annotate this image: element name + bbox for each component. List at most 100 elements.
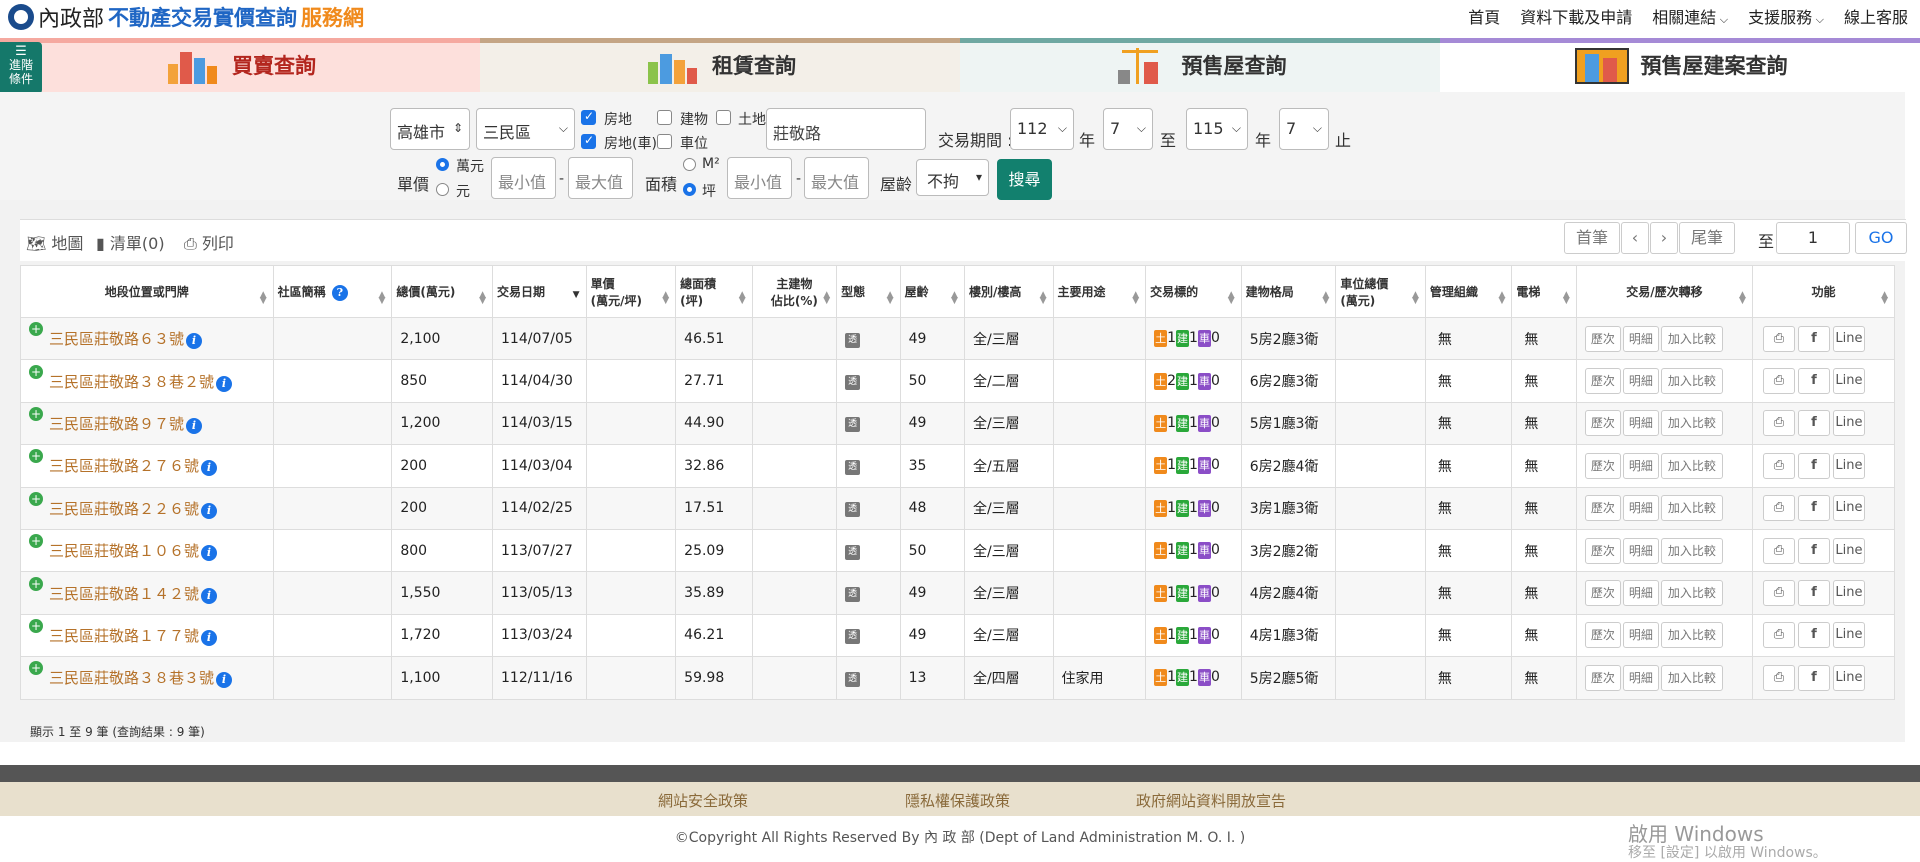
checkbox-land-building[interactable]	[581, 109, 596, 125]
col-unit-price[interactable]: 單價 (萬元/坪) ▲ ▼	[585, 265, 677, 318]
line-share-button[interactable]: Line	[1832, 368, 1865, 395]
checkbox-land-building-car[interactable]	[581, 133, 596, 149]
checkbox-land[interactable]	[716, 110, 731, 125]
line-share-button[interactable]: Line	[1832, 495, 1865, 522]
page-input[interactable]: 1	[1776, 222, 1850, 254]
nav-download[interactable]: 資料下載及申請	[1520, 4, 1632, 28]
radio-unit-yuan[interactable]	[436, 183, 449, 196]
col-actions[interactable]: 功能 ▲ ▼	[1751, 265, 1896, 318]
address-link[interactable]: 三民區莊敬路２２６號	[49, 500, 199, 518]
info-icon[interactable]: i	[201, 460, 218, 477]
compare-button[interactable]: 加入比較	[1660, 452, 1723, 479]
facebook-share-button[interactable]: f	[1797, 495, 1830, 522]
col-layout[interactable]: 建物格局 ▲ ▼	[1240, 265, 1337, 318]
help-icon[interactable]: ?	[331, 284, 348, 301]
col-date[interactable]: 交易日期 ▼	[492, 265, 587, 318]
line-share-button[interactable]: Line	[1832, 325, 1865, 352]
detail-button[interactable]: 明細	[1622, 580, 1659, 607]
list-button[interactable]: ▮ 清單(0)	[96, 230, 165, 254]
expand-plus-icon[interactable]: +	[29, 322, 43, 337]
expand-plus-icon[interactable]: +	[29, 661, 43, 676]
radio-unit-m2[interactable]	[683, 158, 696, 171]
detail-button[interactable]: 明細	[1622, 410, 1659, 437]
detail-button[interactable]: 明細	[1622, 622, 1659, 649]
col-address[interactable]: 地段位置或門牌 ▲ ▼	[20, 265, 274, 318]
compare-button[interactable]: 加入比較	[1660, 622, 1723, 649]
print-row-button[interactable]: ⎙	[1762, 537, 1795, 564]
print-row-button[interactable]: ⎙	[1762, 495, 1795, 522]
col-elevator[interactable]: 電梯 ▲ ▼	[1511, 265, 1577, 318]
col-area[interactable]: 總面積 (坪) ▲ ▼	[675, 265, 753, 318]
history-button[interactable]: 歷次	[1584, 622, 1621, 649]
compare-button[interactable]: 加入比較	[1660, 368, 1723, 395]
line-share-button[interactable]: Line	[1832, 622, 1865, 649]
compare-button[interactable]: 加入比較	[1660, 580, 1723, 607]
detail-button[interactable]: 明細	[1622, 537, 1659, 564]
district-select[interactable]: 三民區 ⌵	[476, 108, 575, 150]
address-link[interactable]: 三民區莊敬路３８巷３號	[49, 669, 214, 687]
print-row-button[interactable]: ⎙	[1762, 325, 1795, 352]
info-icon[interactable]: i	[186, 417, 203, 434]
expand-plus-icon[interactable]: +	[29, 534, 43, 549]
compare-button[interactable]: 加入比較	[1660, 325, 1723, 352]
print-row-button[interactable]: ⎙	[1762, 580, 1795, 607]
nav-home[interactable]: 首頁	[1468, 4, 1500, 28]
age-select[interactable]: 不拘 ▾	[916, 159, 989, 196]
detail-button[interactable]: 明細	[1622, 664, 1659, 691]
first-page-button[interactable]: 首筆	[1564, 222, 1620, 254]
year-to-select[interactable]: 115 ⌵	[1186, 108, 1248, 150]
compare-button[interactable]: 加入比較	[1660, 410, 1723, 437]
expand-plus-icon[interactable]: +	[29, 576, 43, 591]
facebook-share-button[interactable]: f	[1797, 537, 1830, 564]
footer-link-privacy[interactable]: 隱私權保護政策	[905, 790, 1010, 811]
address-link[interactable]: 三民區莊敬路１４２號	[49, 585, 199, 603]
month-to-select[interactable]: 7 ⌵	[1279, 108, 1329, 150]
history-button[interactable]: 歷次	[1584, 580, 1621, 607]
area-min-input[interactable]: 最小值	[727, 157, 792, 199]
facebook-share-button[interactable]: f	[1797, 452, 1830, 479]
city-select[interactable]: 高雄市 ⇕	[390, 108, 470, 150]
expand-plus-icon[interactable]: +	[29, 449, 43, 464]
tab-sale[interactable]: 買賣查詢	[0, 38, 480, 92]
history-button[interactable]: 歷次	[1584, 664, 1621, 691]
search-button[interactable]: 搜尋	[997, 159, 1052, 200]
line-share-button[interactable]: Line	[1832, 452, 1865, 479]
col-floor[interactable]: 樓別/樓高 ▲ ▼	[963, 265, 1054, 318]
facebook-share-button[interactable]: f	[1797, 368, 1830, 395]
col-age[interactable]: 屋齡 ▲ ▼	[899, 265, 965, 318]
compare-button[interactable]: 加入比較	[1660, 537, 1723, 564]
address-link[interactable]: 三民區莊敬路１７７號	[49, 627, 199, 645]
facebook-share-button[interactable]: f	[1797, 325, 1830, 352]
facebook-share-button[interactable]: f	[1797, 664, 1830, 691]
address-link[interactable]: 三民區莊敬路６３號	[49, 330, 184, 348]
price-min-input[interactable]: 最小值	[491, 157, 556, 199]
info-icon[interactable]: i	[201, 545, 218, 562]
print-row-button[interactable]: ⎙	[1762, 410, 1795, 437]
info-icon[interactable]: i	[186, 333, 203, 350]
col-use[interactable]: 主要用途 ▲ ▼	[1052, 265, 1147, 318]
nav-support[interactable]: 支援服務 ⌵	[1748, 4, 1824, 28]
line-share-button[interactable]: Line	[1832, 664, 1865, 691]
price-max-input[interactable]: 最大值	[568, 157, 633, 199]
facebook-share-button[interactable]: f	[1797, 410, 1830, 437]
detail-button[interactable]: 明細	[1622, 325, 1659, 352]
col-type[interactable]: 型態 ▲ ▼	[836, 265, 901, 318]
expand-plus-icon[interactable]: +	[29, 618, 43, 633]
address-link[interactable]: 三民區莊敬路３８巷２號	[49, 373, 214, 391]
radio-unit-wan[interactable]	[436, 158, 449, 171]
address-link[interactable]: 三民區莊敬路１０６號	[49, 542, 199, 560]
compare-button[interactable]: 加入比較	[1660, 495, 1723, 522]
detail-button[interactable]: 明細	[1622, 368, 1659, 395]
footer-link-open-data[interactable]: 政府網站資料開放宣告	[1136, 790, 1286, 811]
print-row-button[interactable]: ⎙	[1762, 664, 1795, 691]
next-page-button[interactable]: ›	[1650, 222, 1678, 254]
tab-presale[interactable]: 預售屋查詢	[960, 38, 1440, 92]
tab-rent[interactable]: 租賃查詢	[480, 38, 960, 92]
line-share-button[interactable]: Line	[1832, 580, 1865, 607]
col-management[interactable]: 管理組織 ▲ ▼	[1424, 265, 1513, 318]
detail-button[interactable]: 明細	[1622, 452, 1659, 479]
col-community[interactable]: 社區簡稱 ? ▲ ▼	[272, 265, 393, 318]
info-icon[interactable]: i	[201, 587, 218, 604]
road-input[interactable]: 莊敬路	[766, 108, 926, 150]
advanced-filter-button[interactable]: ☰ 進階 條件	[0, 42, 42, 94]
